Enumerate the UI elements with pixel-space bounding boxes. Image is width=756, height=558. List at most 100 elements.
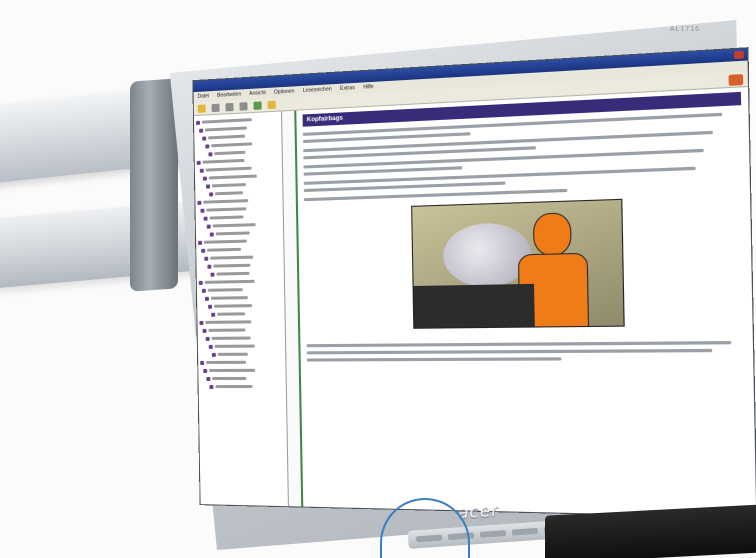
tree-node-icon [205,183,211,189]
tree-node-icon [199,128,204,133]
tree-item[interactable] [200,326,283,334]
tree-node-icon [211,352,216,357]
tree-item[interactable] [199,294,282,302]
menu-item[interactable]: Ansicht [249,90,266,97]
tree-item-label [214,304,253,308]
tree-item-label [211,336,251,340]
tree-item-label [208,174,257,180]
monitor-model-label: AL1716 [669,26,700,33]
document-content: Kopfairbags [296,87,756,517]
folder-icon[interactable] [197,103,206,113]
tree-node-icon [197,200,202,205]
tree-item-label [209,368,256,372]
menu-item[interactable]: Lesezeichen [303,86,332,94]
tree-node-icon [198,240,203,245]
tree-node-icon [204,296,209,301]
tree-node-icon [203,368,208,373]
tree-node-icon [209,191,214,197]
tree-item[interactable] [200,367,283,374]
tree-node-icon [201,288,206,293]
tree-node-icon [201,248,206,253]
tree-node-icon [207,264,212,269]
tree-item-label [205,166,253,172]
photo-scene: AL1716 Datei Bearbeiten Ansicht Optionen… [0,0,756,558]
tree-item-label [209,215,244,220]
crash-test-dummy-illustration [411,198,625,329]
menu-item[interactable]: Hilfe [363,84,374,91]
tree-item-label [204,279,255,284]
tree-item-label [206,360,246,364]
tree-item-label [216,271,250,276]
app-body: Kopfairbags [193,87,756,517]
tree-node-icon [208,304,213,309]
tree-item-label [214,150,246,156]
tree-item-label [201,118,252,124]
menu-item[interactable]: Optionen [274,88,295,95]
tree-item-label [211,142,253,148]
tree-item[interactable] [199,310,282,318]
document-title: Kopfairbags [306,115,344,124]
tree-item[interactable] [200,375,283,382]
tree-node-icon [196,160,201,165]
tree-item-label [213,263,251,268]
tree-item-label [211,183,246,188]
tree-node-icon [200,208,205,213]
navigation-tree [193,111,289,507]
tree-item-label [205,126,247,132]
dashboard-shape [413,283,535,328]
tree-item-label [203,199,248,204]
forward-icon[interactable] [239,101,248,111]
home-icon[interactable] [253,100,262,110]
menu-item[interactable]: Datei [198,93,210,100]
menu-item[interactable]: Extras [340,85,355,92]
tree-item-label [217,312,246,316]
tree-item-label [217,352,248,356]
bookmark-icon[interactable] [267,100,276,109]
paragraph [306,341,746,362]
tree-item-label [215,385,253,389]
tree-item[interactable] [200,359,283,366]
tree-item-label [207,247,241,252]
tree-node-icon [206,376,211,381]
tree-node-icon [198,280,203,285]
tree-item[interactable] [199,302,282,310]
tree-item[interactable] [199,318,282,326]
tree-node-icon [204,256,209,261]
tree-node-icon [203,216,208,221]
monitor-button[interactable] [479,530,507,538]
tree-item[interactable] [200,350,283,358]
tree-node-icon [205,336,210,341]
tree-item[interactable] [200,334,283,342]
menu-item[interactable]: Bearbeiten [217,91,241,98]
tree-node-icon [210,272,215,277]
tree-item-label [210,255,254,260]
tree-item-label [208,134,246,140]
tree-node-icon [202,176,207,181]
tree-node-icon [199,320,204,325]
tree-node-icon [195,120,201,125]
tree-node-icon [209,384,214,389]
tree-item-label [206,207,247,212]
close-icon[interactable] [734,50,744,60]
tree-item-label [212,223,256,228]
print-icon[interactable] [211,103,220,112]
tree-node-icon [208,344,213,349]
back-icon[interactable] [225,102,234,111]
tree-item-label [212,376,247,381]
monitor: AL1716 Datei Bearbeiten Ansicht Optionen… [158,20,756,550]
tree-item-label [215,191,244,196]
tree-item[interactable] [200,342,283,350]
tree-node-icon [208,151,213,156]
app-logo-icon [728,73,744,86]
tree-node-icon [200,360,205,365]
tree-node-icon [206,224,211,229]
monitor-button[interactable] [511,527,539,536]
monitor-screen: Datei Bearbeiten Ansicht Optionen Leseze… [192,47,756,519]
dummy-head [532,212,572,257]
tree-item[interactable] [201,383,284,390]
tree-item-label [202,158,244,164]
tree-item-label [203,239,248,244]
tree-item-label [210,296,248,300]
tree-item-label [215,231,250,236]
tree-item[interactable] [199,285,282,294]
